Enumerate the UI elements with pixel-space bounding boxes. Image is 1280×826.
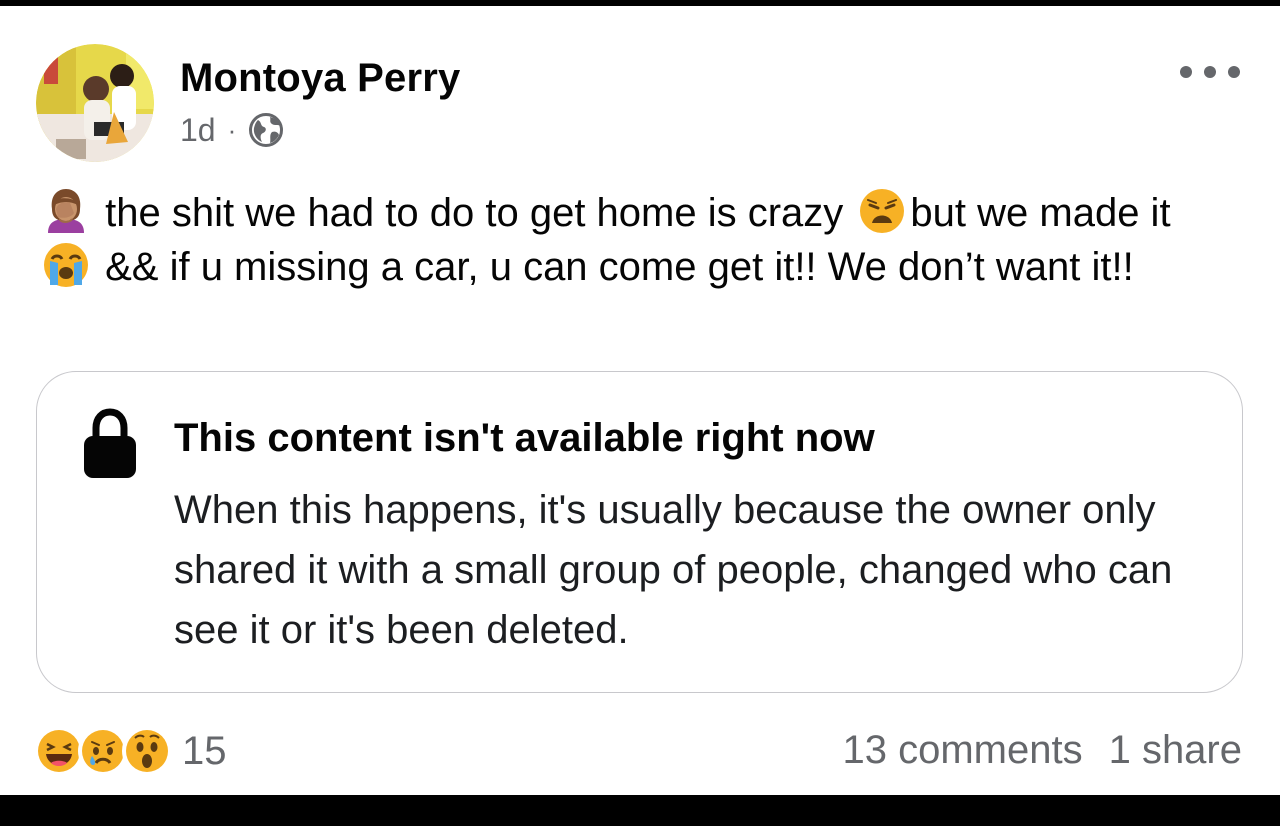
more-options-icon[interactable] <box>1180 60 1240 84</box>
reaction-count[interactable]: 15 <box>182 729 227 774</box>
facepalm-woman-emoji <box>42 187 90 235</box>
author-avatar[interactable] <box>36 44 154 162</box>
post-text-part-2: but we made it <box>910 191 1171 235</box>
meta-separator: · <box>227 114 237 145</box>
post-text-part-3: && if u missing a car, u can come get it… <box>94 245 1134 289</box>
comments-count[interactable]: 13 comments <box>842 728 1082 773</box>
weary-face-emoji <box>858 187 906 235</box>
reactions-summary[interactable]: 15 <box>34 726 227 776</box>
engagement-stats: 13 comments 1 share <box>842 728 1242 773</box>
globe-icon[interactable] <box>248 112 284 148</box>
sad-reaction-icon <box>78 726 128 776</box>
post-meta: 1d · <box>180 110 284 150</box>
lock-icon <box>83 408 137 480</box>
crying-face-emoji <box>42 241 90 289</box>
post-text-part-1: the shit we had to do to get home is cra… <box>94 191 855 235</box>
unavailable-content-card[interactable]: This content isn't available right now W… <box>36 371 1243 693</box>
post-age[interactable]: 1d <box>180 112 216 149</box>
unavailable-body: When this happens, it's usually because … <box>174 488 1173 652</box>
author-name[interactable]: Montoya Perry <box>180 56 460 101</box>
wow-reaction-icon <box>122 726 172 776</box>
haha-reaction-icon <box>34 726 84 776</box>
shares-count[interactable]: 1 share <box>1109 728 1242 773</box>
facebook-post: Montoya Perry 1d · the shit we had to do… <box>0 6 1280 795</box>
unavailable-title: This content isn't available right now <box>174 416 875 460</box>
post-text: the shit we had to do to get home is cra… <box>38 186 1228 294</box>
